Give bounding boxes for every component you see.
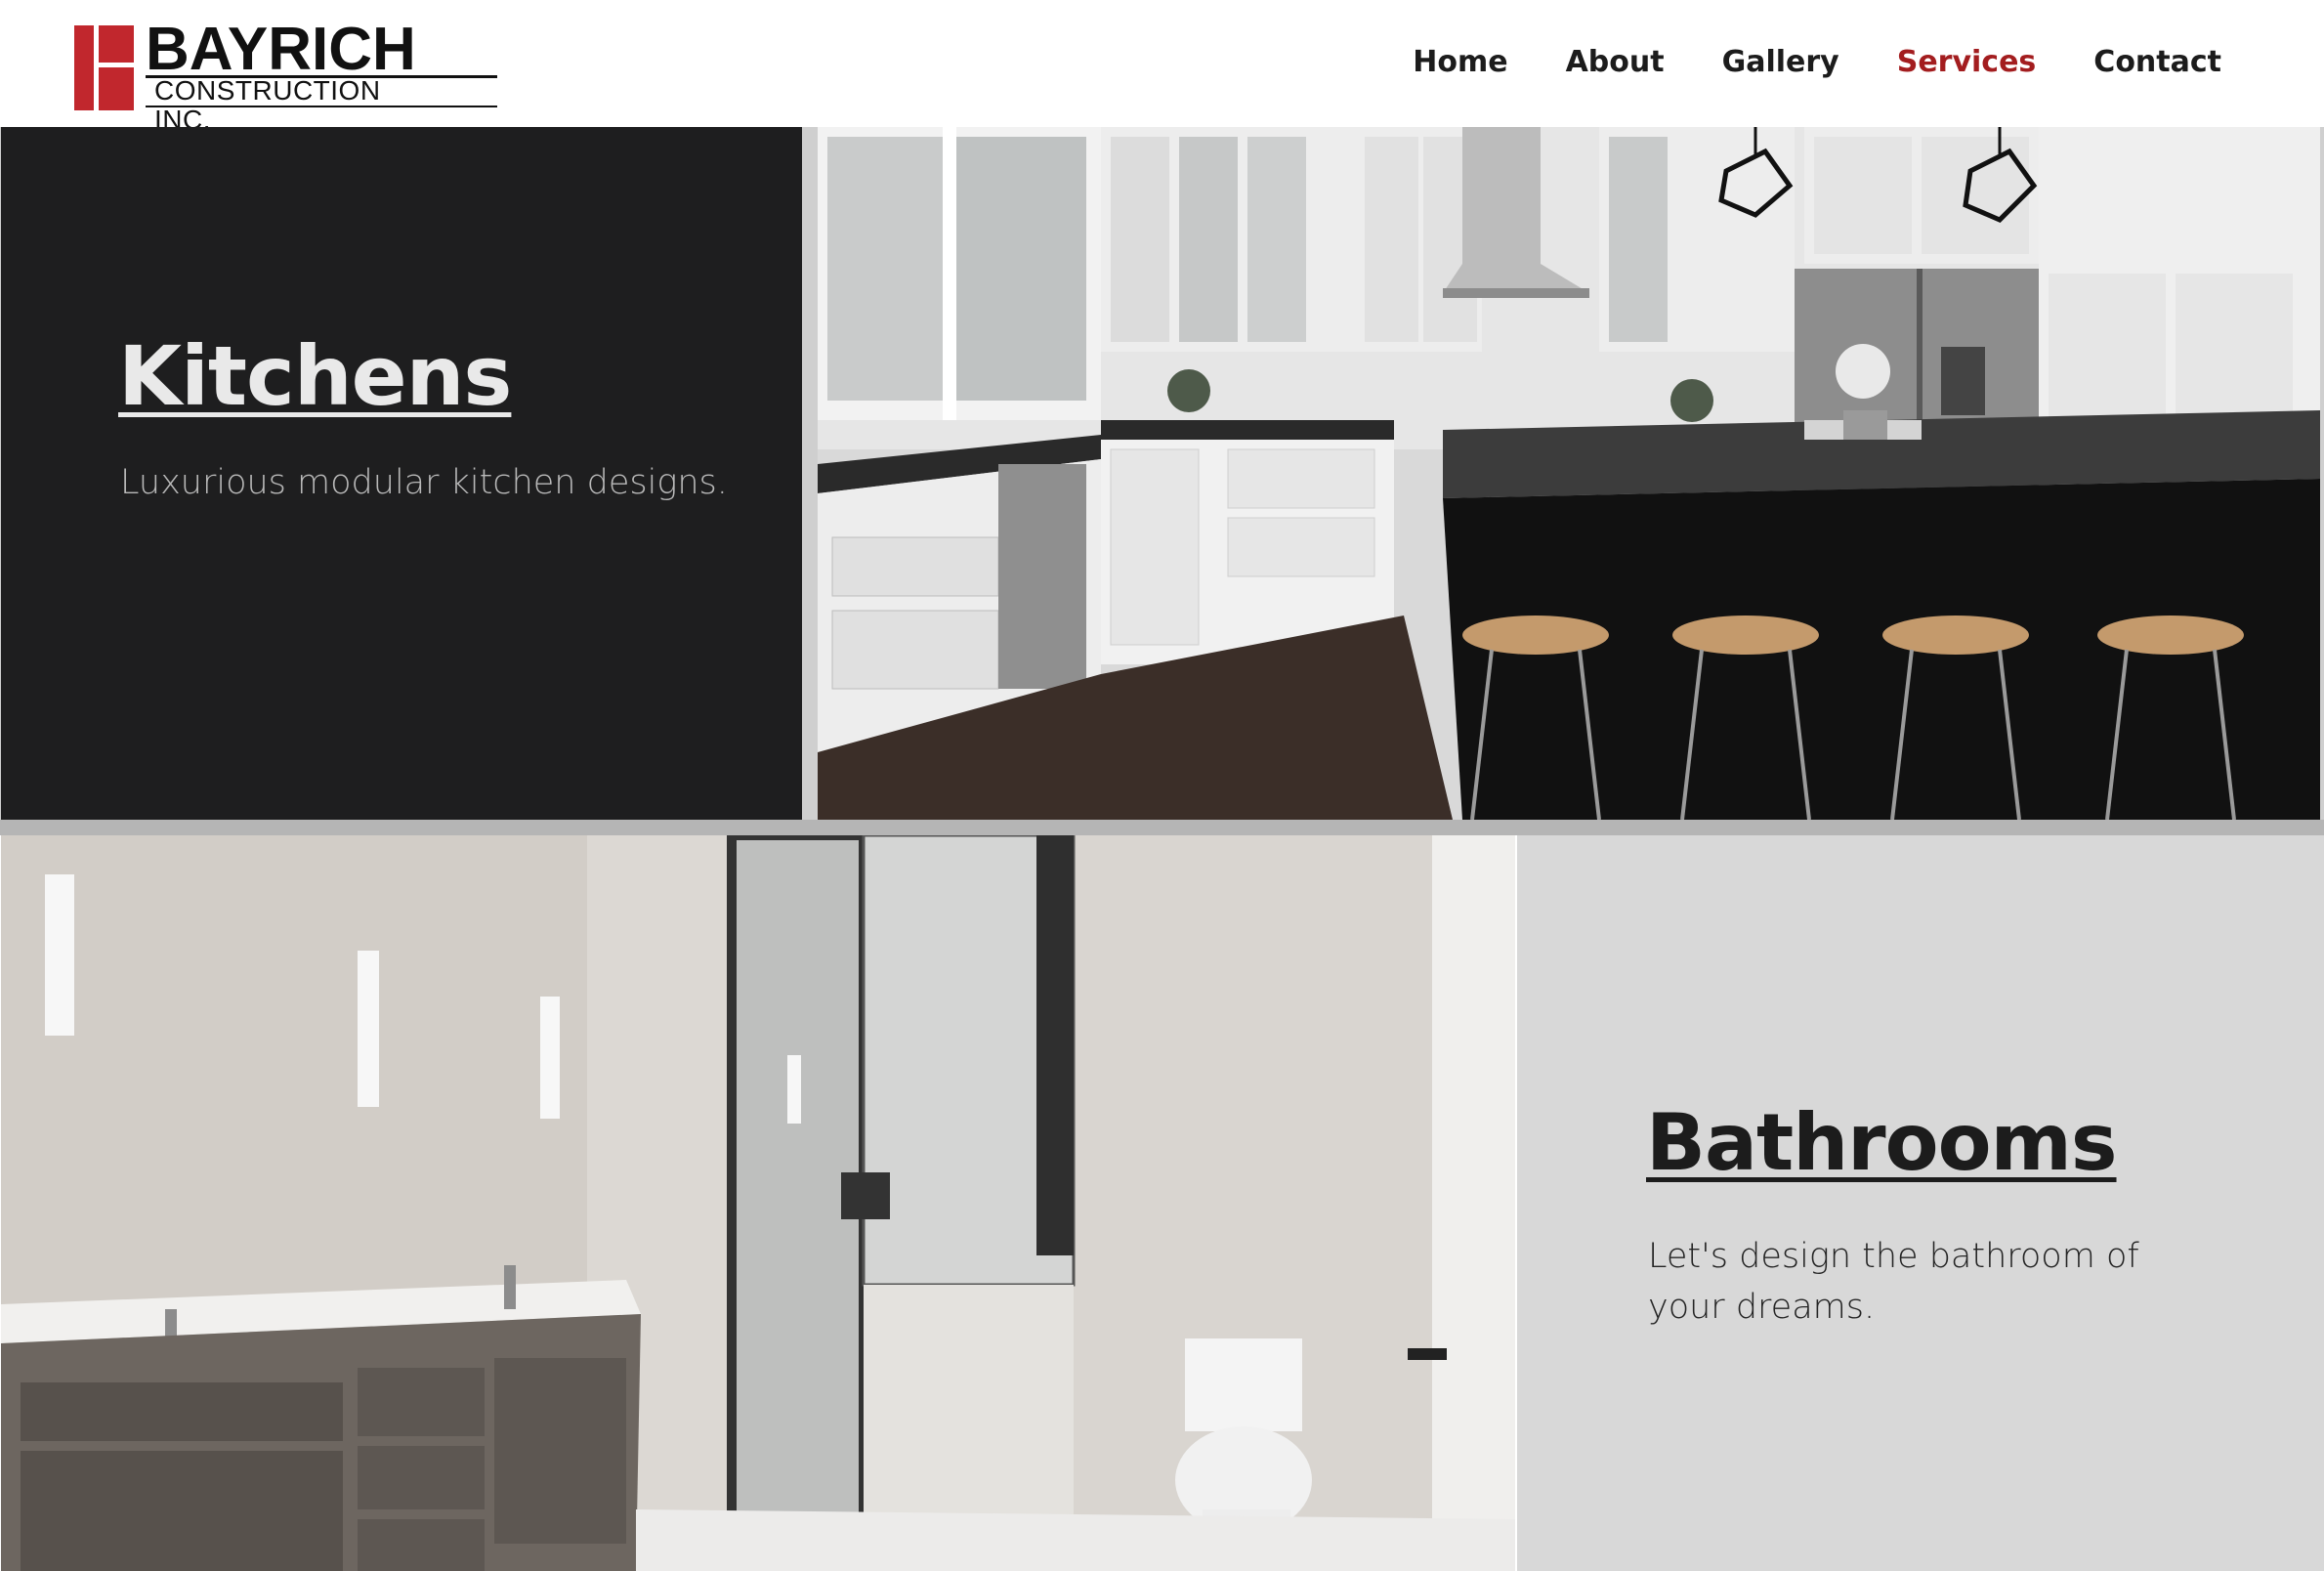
nav-about[interactable]: About	[1566, 41, 1665, 84]
kitchens-description: Luxurious modular kitchen designs.	[120, 463, 728, 502]
nav-home[interactable]: Home	[1413, 41, 1507, 84]
kitchens-text-panel: Kitchens Luxurious modular kitchen desig…	[1, 127, 802, 820]
bathroom-photo-image	[1, 835, 1515, 1571]
bayrich-logo[interactable]: BAYRICH CONSTRUCTION INC.	[74, 16, 497, 135]
logo-mark-icon	[74, 25, 134, 110]
bathrooms-text-panel: Bathrooms Let's design the bathroom of y…	[1517, 835, 2324, 1571]
kitchens-title-link[interactable]: Kitchens	[118, 327, 512, 425]
bathrooms-description: Let's design the bathroom of your dreams…	[1648, 1237, 2139, 1327]
nav-contact[interactable]: Contact	[2093, 41, 2221, 84]
bathroom-photo	[1, 835, 1515, 1571]
logo-name: BAYRICH	[146, 16, 416, 83]
nav-gallery[interactable]: Gallery	[1722, 41, 1839, 84]
nav-services[interactable]: Services	[1897, 41, 2037, 84]
kitchen-photo-image	[818, 127, 2320, 820]
kitchen-photo	[818, 127, 2320, 820]
site-header: BAYRICH CONSTRUCTION INC. Home About Gal…	[0, 0, 2324, 135]
main-nav: Home About Gallery Services Contact	[1355, 41, 2221, 84]
section-divider	[0, 820, 2324, 835]
bathrooms-title-link[interactable]: Bathrooms	[1646, 1094, 2118, 1192]
logo-rule-bottom	[146, 106, 497, 107]
